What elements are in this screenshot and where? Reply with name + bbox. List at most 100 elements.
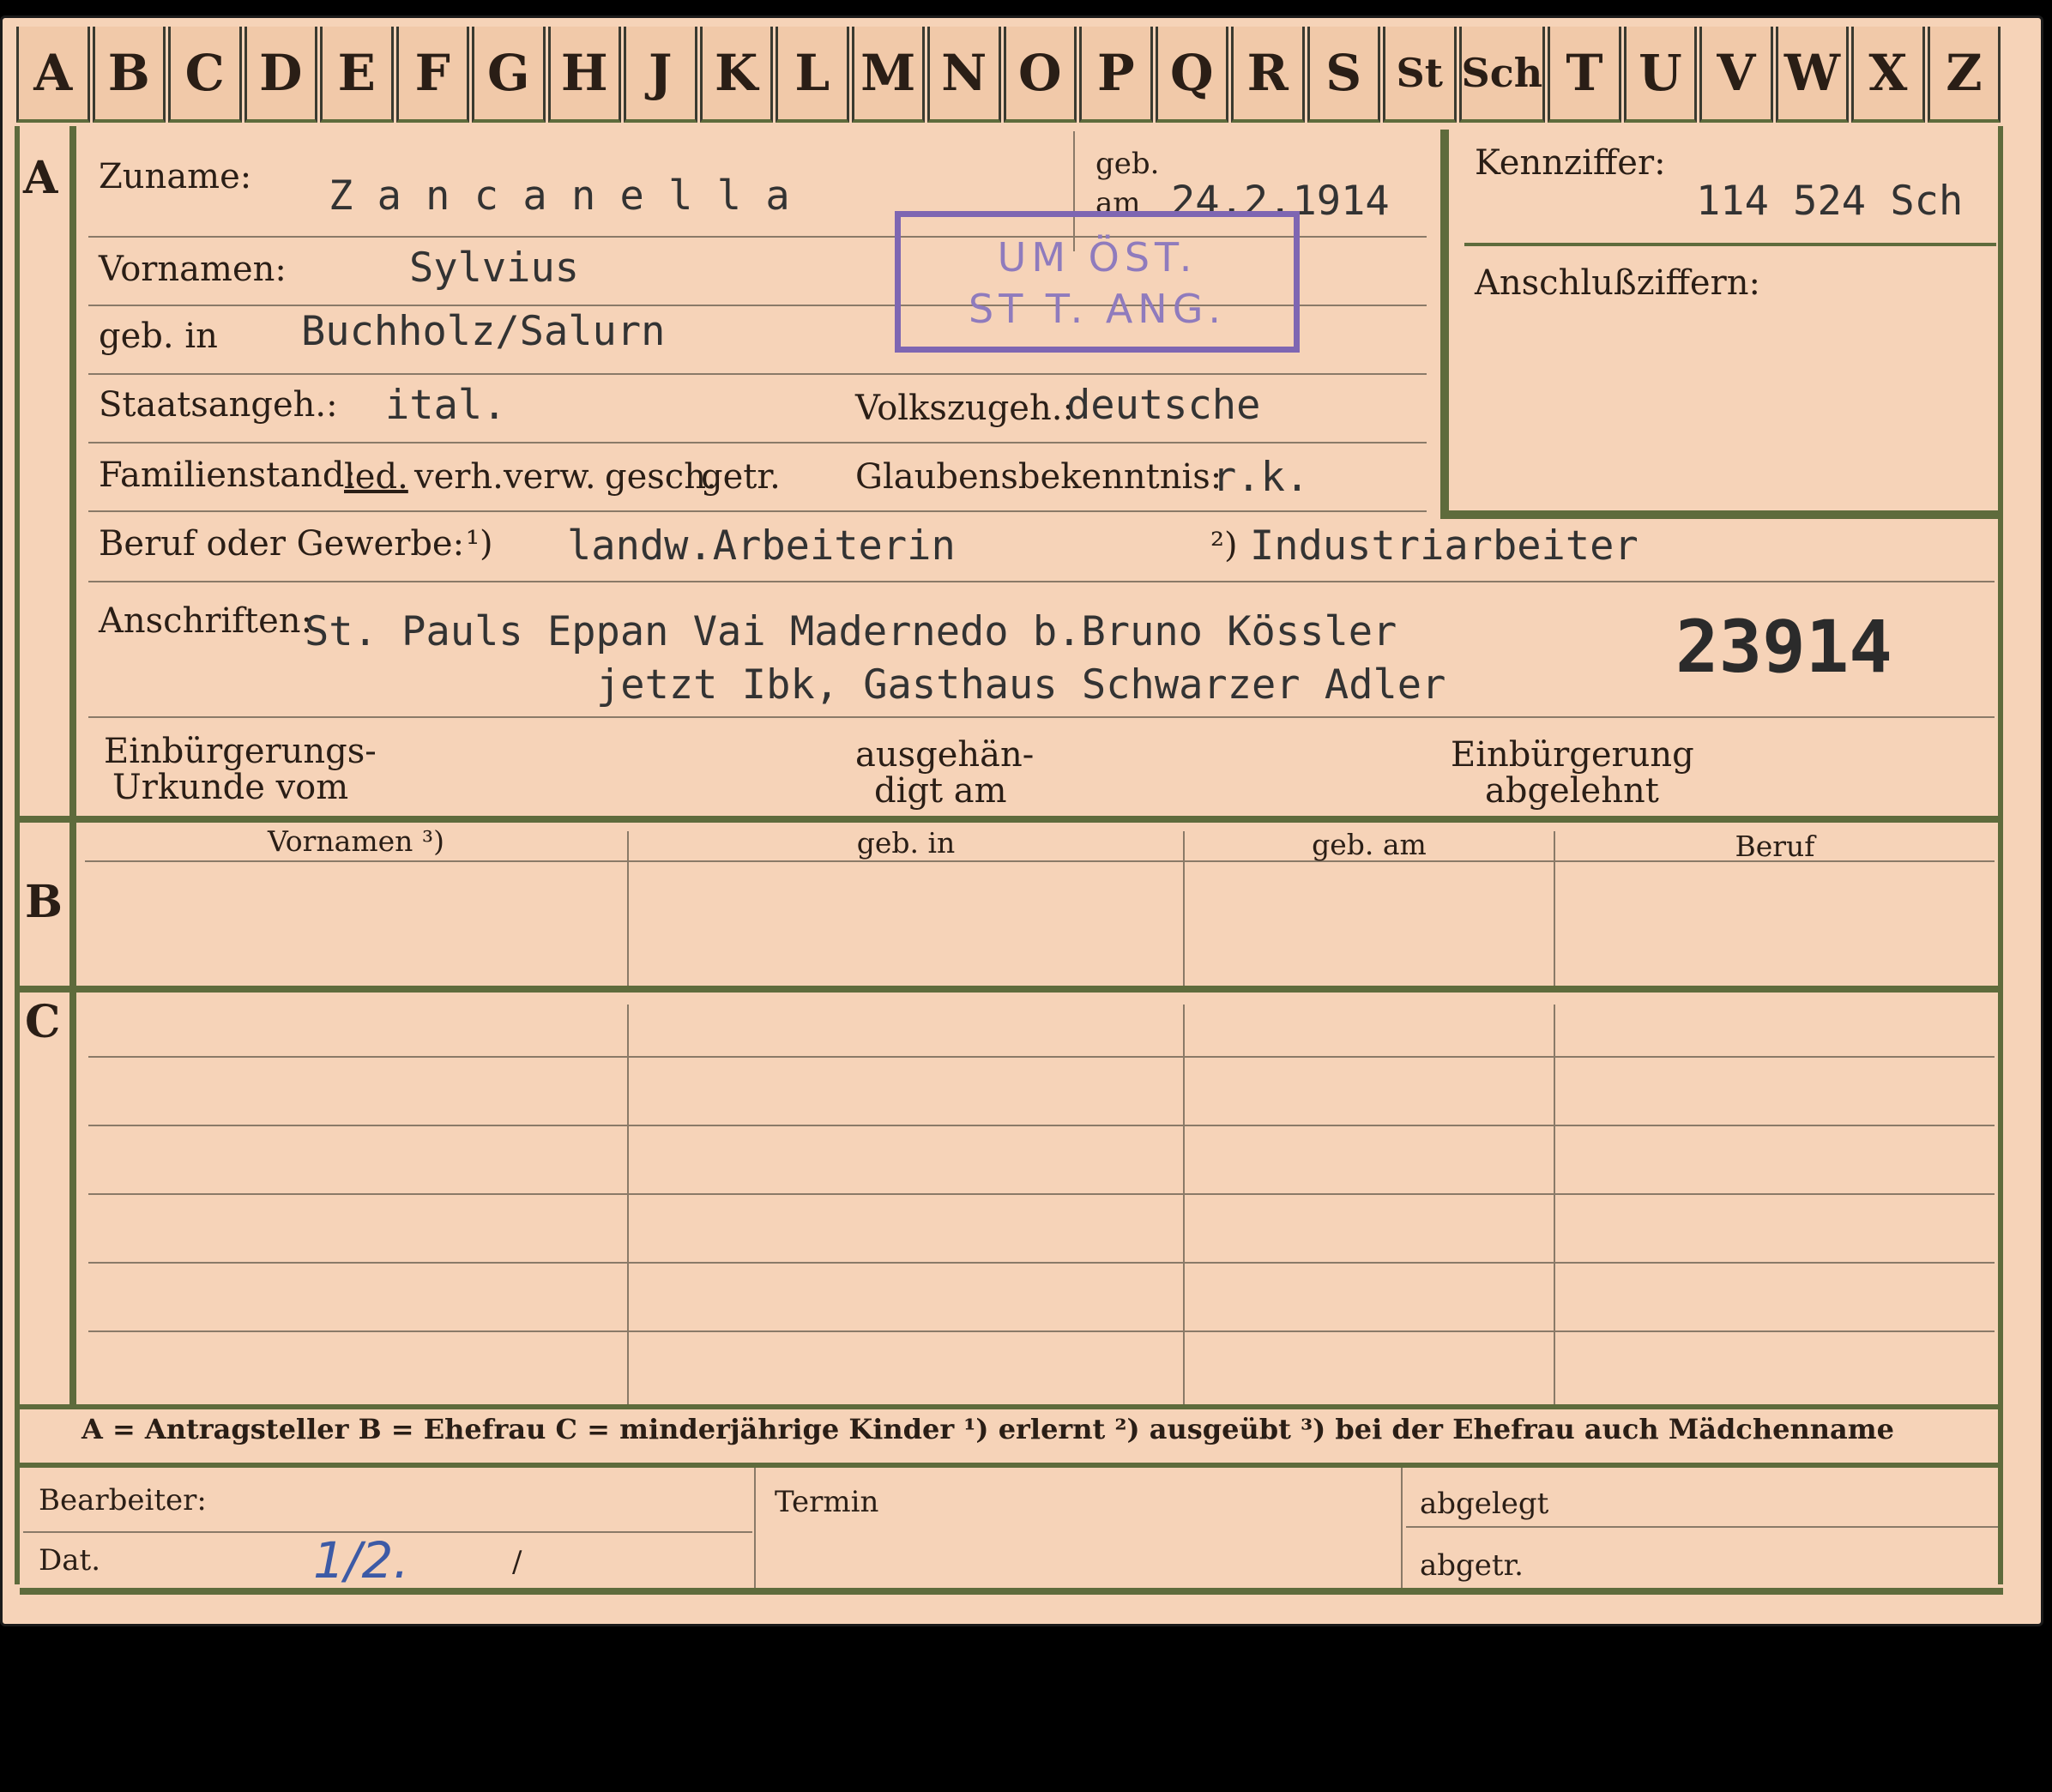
column-header-geb-in: geb. in [856,826,956,860]
geb-label: geb. [1095,147,1160,181]
beruf-label: Beruf oder Gewerbe: [99,524,465,564]
rule [88,1056,1995,1058]
tab-sch: Sch [1458,27,1546,123]
rule [88,581,1995,582]
address-line-1: St. Pauls Eppan Vai Madernedo b.Bruno Kö… [305,608,1397,655]
tab-u: U [1623,27,1698,123]
section-c-top-rule [20,986,2003,993]
zuname-label: Zuname: [99,157,252,196]
tab-c: C [168,27,242,123]
dat-slash: / [512,1545,522,1579]
tab-n: N [927,27,1001,123]
kennziffer-label: Kennziffer: [1475,143,1666,183]
rule [754,1468,756,1588]
zuname-value: Z a n c a n e l l a [329,172,790,220]
termin-label: Termin [775,1485,879,1519]
anschlussziffern-label: Anschlußziffern: [1475,263,1760,303]
stamp: UM ÖST. ST T. ANG. [895,211,1300,353]
rule [88,510,1427,512]
left-frame-line [15,126,20,1584]
tab-q: Q [1155,27,1228,123]
dat-handwritten-value: 1/2. [313,1531,409,1590]
kennziffer-value: 114 524 Sch [1696,178,1964,225]
abgelehnt-label-1: Einbürgerung [1451,735,1694,775]
legend-bottom-rule [20,1463,2003,1468]
familienstand-option-getr: getr. [701,457,781,497]
right-frame-line [1998,126,2003,1584]
stamp-line-1: UM ÖST. [997,234,1198,281]
section-a-label: A [23,152,58,204]
abgetr-label: abgetr. [1420,1548,1524,1583]
tab-o: O [1003,27,1077,123]
footer-bottom-rule [20,1588,2003,1595]
tab-d: D [244,27,317,123]
tab-k: K [699,27,773,123]
beruf-marker-1: ¹) [466,524,493,564]
ausgehaendigt-label-1: ausgehän- [855,735,1035,775]
section-b-top-rule [20,816,2003,823]
volkszugeh-label: Volkszugeh.: [855,389,1074,428]
alphabet-tab-strip: A B C D E F G H J K L M N O P Q R S St Sch T U V W X Z [16,27,2003,123]
tab-v: V [1699,27,1773,123]
tab-e: E [320,27,394,123]
dat-label: Dat. [39,1543,101,1578]
familienstand-option-verh: verh. [414,457,504,497]
rule [88,1262,1995,1264]
tab-a: A [16,27,90,123]
section-b-label: B [25,876,63,928]
tab-st: St [1383,27,1457,123]
rule [1406,1526,1998,1528]
familienstand-option-led: led. [344,457,408,497]
file-number: 23914 [1675,605,1892,689]
tab-m: M [851,27,925,123]
tab-w: W [1775,27,1850,123]
rule [1554,1005,1555,1404]
familienstand-option-verw: verw. [504,457,596,497]
beruf-practiced-value: Industriarbeiter [1250,522,1639,570]
staatsangeh-value: ital. [385,382,507,429]
vornamen-value: Sylvius [409,244,580,292]
vornamen-label: Vornamen: [99,250,287,289]
rule [88,442,1427,443]
rule [1401,1468,1403,1588]
familienstand-label: Familienstand: [99,456,356,495]
legend-text: A = Antragsteller B = Ehefrau C = minder… [81,1413,1894,1445]
rule [88,1330,1995,1332]
rule [88,373,1427,375]
ausgehaendigt-label-2: digt am [874,771,1007,811]
tab-g: G [472,27,546,123]
tab-f: F [395,27,469,123]
address-line-2: jetzt Ibk, Gasthaus Schwarzer Adler [596,661,1446,709]
tab-x: X [1851,27,1925,123]
beruf-learned-value: landw.Arbeiterin [567,522,956,570]
staatsangeh-label: Staatsangeh.: [99,385,338,425]
kennziffer-box-left [1440,130,1449,519]
tab-t: T [1548,27,1621,123]
tab-s: S [1307,27,1380,123]
tab-j: J [624,27,697,123]
geb-in-label: geb. in [99,317,218,356]
column-header-geb-am: geb. am [1312,828,1427,861]
rule [1464,243,1996,246]
column-header-beruf: Beruf [1735,830,1815,863]
rule [627,1005,629,1404]
section-c-divider [69,993,76,1404]
rule [1183,1005,1185,1404]
registration-card: A B C D E F G H J K L M N O P Q R S St Sch T U V W X Z A B C Zuna… [0,15,2043,1626]
einbuergerung-label-2: Urkunde vom [112,768,349,807]
tab-z: Z [1927,27,2001,123]
rule [88,1125,1995,1126]
tab-h: H [547,27,621,123]
rule [88,716,1995,718]
tab-l: L [776,27,849,123]
abgelegt-label: abgelegt [1420,1487,1549,1521]
bearbeiter-label: Bearbeiter: [39,1483,207,1517]
beruf-marker-2: ²) [1210,526,1238,565]
stamp-line-2: ST T. ANG. [969,286,1226,332]
glauben-value: r.k. [1212,454,1310,501]
tab-p: P [1079,27,1153,123]
abgelehnt-label-2: abgelehnt [1485,771,1659,811]
section-a-divider [69,126,76,823]
anschriften-label: Anschriften: [99,601,313,641]
column-header-vornamen: Vornamen ³) [267,824,445,858]
